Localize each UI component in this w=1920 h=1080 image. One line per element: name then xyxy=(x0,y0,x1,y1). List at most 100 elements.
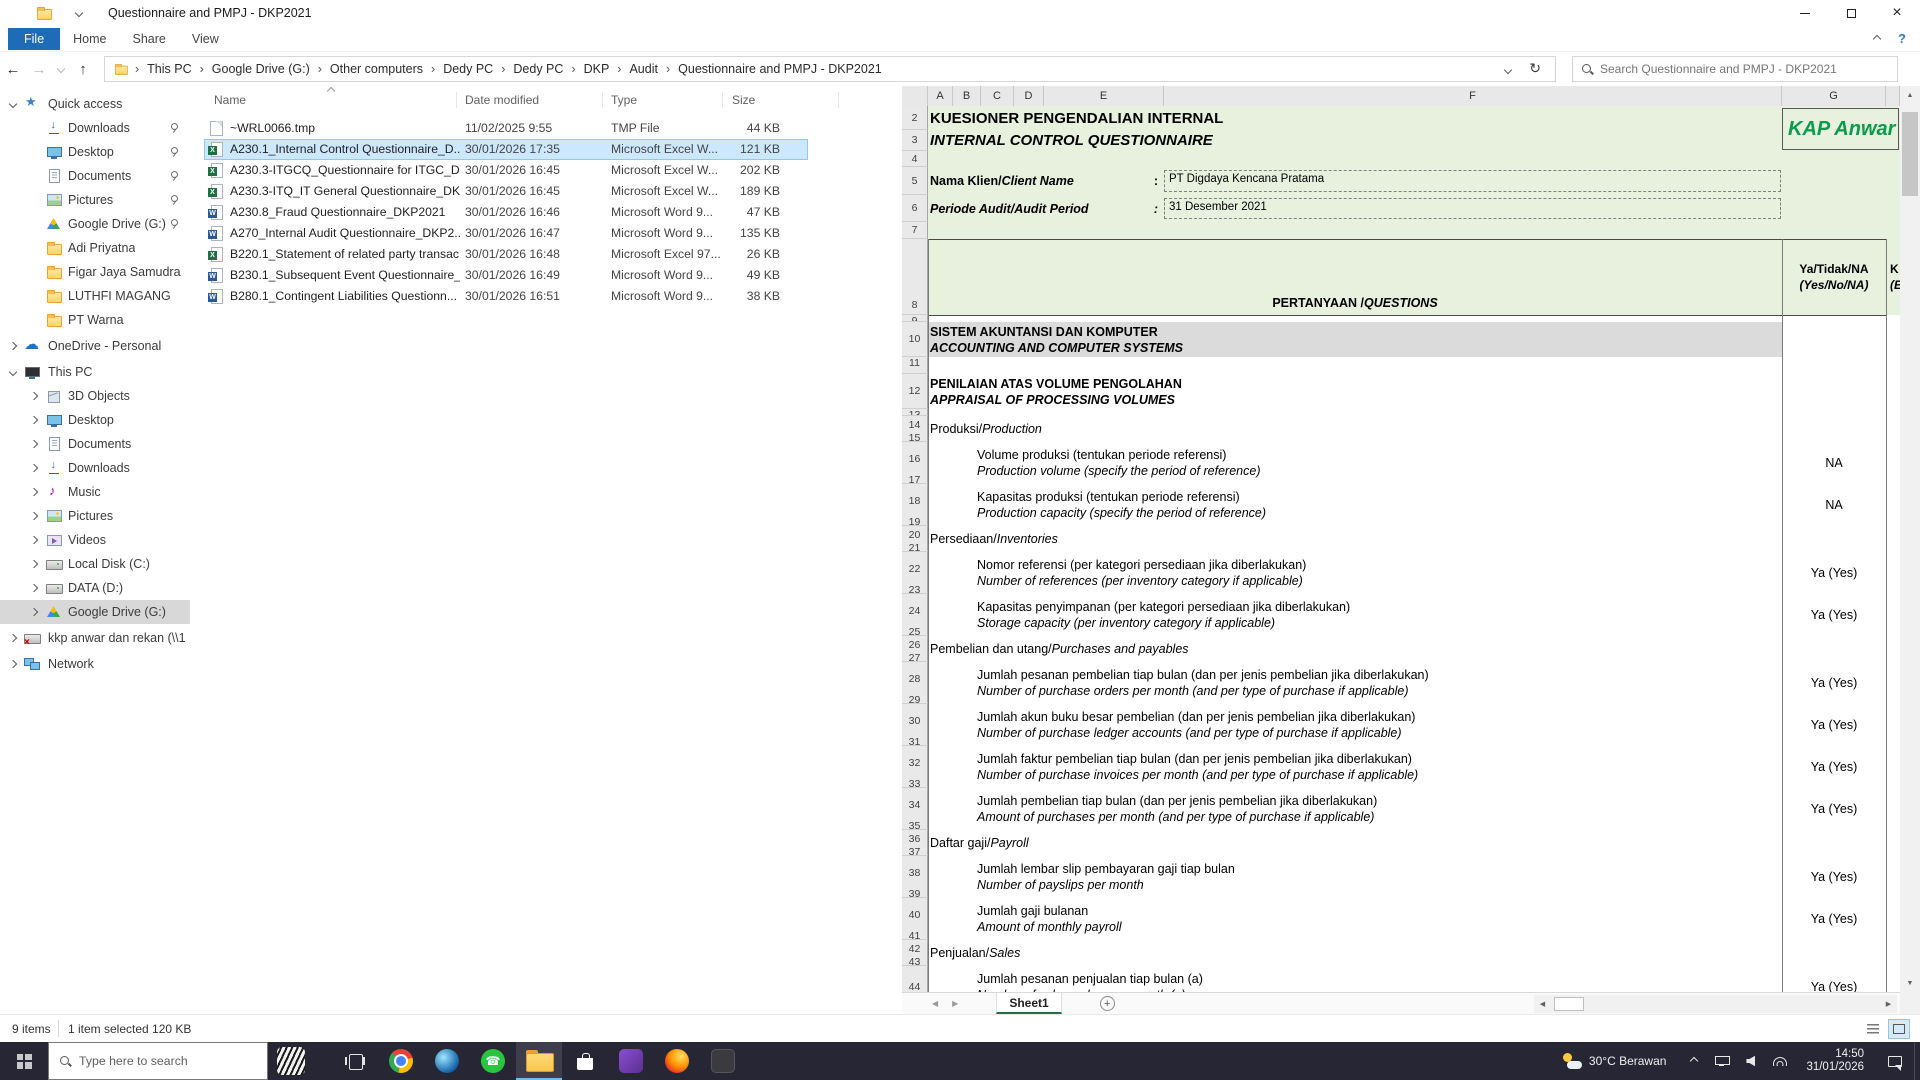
sidebar-item-onedrive-personal[interactable]: OneDrive - Personal xyxy=(0,334,190,358)
sidebar-item-quick-access[interactable]: Quick access xyxy=(0,92,190,116)
file-row-a270-internal-audit-questionnaire-dkp2[interactable]: A270_Internal Audit Questionnaire_DKP2..… xyxy=(204,223,808,244)
chevron-down-icon xyxy=(9,100,17,108)
taskbar-app-file-explorer[interactable] xyxy=(516,1042,562,1080)
action-center-icon[interactable] xyxy=(1888,1056,1902,1067)
recent-locations-chevron-icon[interactable] xyxy=(57,65,65,73)
file-row-a230-3-itgcq-questionnaire-for-itgc-dk[interactable]: A230.3-ITGCQ_Questionnaire for ITGC_DK..… xyxy=(204,160,808,181)
sidebar-item-pictures[interactable]: Pictures xyxy=(0,504,190,528)
scroll-down-icon[interactable] xyxy=(1900,974,1920,992)
address-dropdown-icon[interactable] xyxy=(1504,66,1512,74)
file-row-b280-1-contingent-liabilities-questionn[interactable]: B280.1_Contingent Liabilities Questionn.… xyxy=(204,286,808,307)
scrollbar-thumb[interactable] xyxy=(1554,997,1584,1011)
title-bar: Questionnaire and PMPJ - DKP2021 xyxy=(0,0,1920,26)
taskbar-clock[interactable]: 14:50 31/01/2026 xyxy=(1806,1048,1864,1074)
taskbar-app-whatsapp[interactable] xyxy=(470,1042,516,1080)
sidebar-item-kkp-anwar-dan-rekan-1[interactable]: kkp anwar dan rekan (\\1 xyxy=(0,626,190,650)
scroll-up-icon[interactable] xyxy=(1900,86,1920,104)
address-box[interactable]: This PC Google Drive (G:) Other computers D… xyxy=(104,56,1556,82)
tab-home[interactable]: Home xyxy=(60,28,119,50)
sidebar-item-this-pc[interactable]: This PC xyxy=(0,360,190,384)
sidebar-item-data-d[interactable]: DATA (D:) xyxy=(0,576,190,600)
taskbar-app-task-view[interactable] xyxy=(332,1042,378,1080)
taskbar-app-zebra-app[interactable] xyxy=(268,1042,314,1080)
refresh-icon[interactable] xyxy=(1529,60,1541,77)
sidebar-item-network[interactable]: Network xyxy=(0,652,190,676)
column-header-size[interactable]: Size xyxy=(732,93,755,107)
search-box[interactable]: Search Questionnaire and PMPJ - DKP2021 xyxy=(1572,56,1898,82)
ribbon-collapse-icon[interactable] xyxy=(1873,34,1881,42)
taskbar-app-edge[interactable] xyxy=(424,1042,470,1080)
sidebar-item-local-disk-c[interactable]: Local Disk (C:) xyxy=(0,552,190,576)
sheet-tab-sheet1[interactable]: Sheet1 xyxy=(996,993,1061,1014)
start-button[interactable] xyxy=(0,1042,48,1080)
breadcrumb-item-google-drive-g[interactable]: Google Drive (G:) xyxy=(210,60,312,78)
taskbar-app-microsoft-store[interactable] xyxy=(562,1042,608,1080)
file-list-header: Name Date modified Type Size xyxy=(190,86,902,114)
column-header-date-modified[interactable]: Date modified xyxy=(465,93,539,107)
sidebar-item-google-drive-g[interactable]: Google Drive (G:) xyxy=(0,600,190,624)
tab-file[interactable]: File xyxy=(8,28,60,50)
volume-tray-icon[interactable] xyxy=(1746,1056,1755,1067)
network-tray-icon[interactable] xyxy=(1715,1056,1728,1066)
sidebar-item-documents[interactable]: Documents xyxy=(0,164,190,188)
file-row-a230-8-fraud-questionnaire-dkp2021[interactable]: A230.8_Fraud Questionnaire_DKP202130/01/… xyxy=(204,202,808,223)
weather-widget[interactable]: 30°C Berawan xyxy=(1562,1053,1667,1069)
scrollbar-thumb[interactable] xyxy=(1902,112,1918,196)
scroll-left-icon[interactable] xyxy=(1534,995,1551,1013)
sidebar-item-adi-priyatna[interactable]: Adi Priyatna xyxy=(0,236,190,260)
scroll-right-icon[interactable] xyxy=(1880,995,1897,1013)
breadcrumb-item-this-pc[interactable]: This PC xyxy=(145,60,193,78)
sidebar-item-desktop[interactable]: Desktop xyxy=(0,140,190,164)
file-row-a230-3-itq-it-general-questionnaire-dk[interactable]: A230.3-ITQ_IT General Questionnaire_DK..… xyxy=(204,181,808,202)
sidebar-item-downloads[interactable]: Downloads xyxy=(0,116,190,140)
tab-view[interactable]: View xyxy=(179,28,232,50)
details-view-button[interactable] xyxy=(1862,1019,1884,1039)
up-button[interactable] xyxy=(70,61,96,78)
file-row-b220-1-statement-of-related-party-transac[interactable]: B220.1_Statement of related party transa… xyxy=(204,244,808,265)
hidden-icons-button[interactable] xyxy=(1691,1058,1697,1064)
show-desktop-button[interactable] xyxy=(1914,1042,1920,1080)
thumbnail-view-button[interactable] xyxy=(1888,1019,1910,1039)
sidebar-item-pictures[interactable]: Pictures xyxy=(0,188,190,212)
quick-access-toolbar-chevron-icon[interactable] xyxy=(75,9,83,17)
sidebar-item-documents[interactable]: Documents xyxy=(0,432,190,456)
breadcrumb-item-questionnaire-and-pmpj-dkp2021[interactable]: Questionnaire and PMPJ - DKP2021 xyxy=(676,60,884,78)
breadcrumb-item-audit[interactable]: Audit xyxy=(627,60,660,78)
sidebar-item-downloads[interactable]: Downloads xyxy=(0,456,190,480)
sidebar-item-pt-warna[interactable]: PT Warna xyxy=(0,308,190,332)
sheet-nav-left-icon[interactable] xyxy=(932,999,938,1008)
sidebar-item-videos[interactable]: Videos xyxy=(0,528,190,552)
forward-button[interactable] xyxy=(26,61,52,78)
preview-vertical-scrollbar[interactable] xyxy=(1900,86,1920,992)
maximize-button[interactable] xyxy=(1828,0,1874,26)
column-header-type[interactable]: Type xyxy=(611,93,637,107)
breadcrumb-item-dedy-pc[interactable]: Dedy PC xyxy=(511,60,565,78)
taskbar-app-media-app[interactable] xyxy=(608,1042,654,1080)
taskbar-app-chrome[interactable] xyxy=(378,1042,424,1080)
sidebar-item-music[interactable]: Music xyxy=(0,480,190,504)
sidebar-item-3d-objects[interactable]: 3D Objects xyxy=(0,384,190,408)
taskbar-app-dev-app[interactable] xyxy=(700,1042,746,1080)
breadcrumb-item-dedy-pc[interactable]: Dedy PC xyxy=(441,60,495,78)
close-button[interactable] xyxy=(1874,0,1920,26)
file-row-b230-1-subsequent-event-questionnaire[interactable]: B230.1_Subsequent Event Questionnaire_..… xyxy=(204,265,808,286)
taskbar-search-box[interactable]: Type here to search xyxy=(48,1042,268,1080)
breadcrumb-item-other-computers[interactable]: Other computers xyxy=(328,60,425,78)
column-header-name[interactable]: Name xyxy=(214,93,246,107)
minimize-button[interactable] xyxy=(1782,0,1828,26)
sidebar-item-google-drive-g[interactable]: Google Drive (G:) xyxy=(0,212,190,236)
breadcrumb-item-dkp[interactable]: DKP xyxy=(582,60,612,78)
help-icon[interactable] xyxy=(1898,31,1906,46)
sheet-nav-right-icon[interactable] xyxy=(952,999,958,1008)
back-button[interactable] xyxy=(0,61,26,78)
wifi-tray-icon[interactable] xyxy=(1773,1057,1787,1066)
sidebar-item-desktop[interactable]: Desktop xyxy=(0,408,190,432)
sidebar-item-figar-jaya-samudra[interactable]: Figar Jaya Samudra xyxy=(0,260,190,284)
tab-share[interactable]: Share xyxy=(120,28,179,50)
taskbar-app-firefox[interactable] xyxy=(654,1042,700,1080)
file-row-a230-1-internal-control-questionnaire-d[interactable]: A230.1_Internal Control Questionnaire_D.… xyxy=(204,139,808,160)
file-row-wrl0066-tmp[interactable]: ~WRL0066.tmp11/02/2025 9:55TMP File44 KB xyxy=(204,118,808,139)
sidebar-item-luthfi-magang[interactable]: LUTHFI MAGANG xyxy=(0,284,190,308)
add-sheet-icon[interactable] xyxy=(1100,996,1115,1011)
preview-horizontal-scrollbar[interactable] xyxy=(1534,995,1897,1013)
